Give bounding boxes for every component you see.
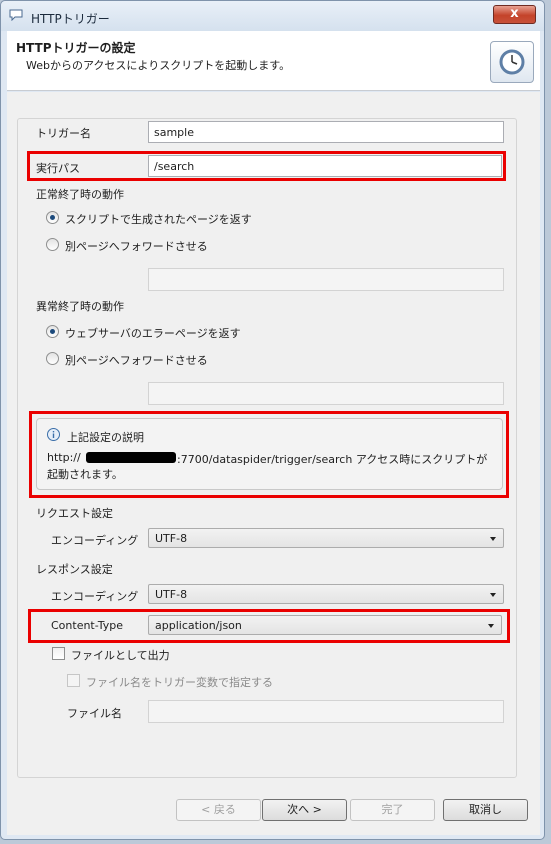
cancel-button[interactable]: 取消し <box>443 799 528 821</box>
abnormal-end-label: 異常終了時の動作 <box>36 300 124 313</box>
exec-path-label: 実行パス <box>36 162 80 175</box>
info-icon <box>47 428 60 441</box>
close-button[interactable]: x <box>493 5 536 24</box>
file-name-var-label: ファイル名をトリガー変数で指定する <box>86 676 273 689</box>
page-subtitle: Webからのアクセスによりスクリプトを起動します。 <box>26 59 291 72</box>
chevron-down-icon <box>490 537 496 541</box>
finish-button[interactable]: 完了 <box>350 799 435 821</box>
clock-icon <box>499 49 525 75</box>
normal-end-radio-return-page[interactable] <box>46 211 59 224</box>
file-output-checkbox[interactable] <box>52 647 65 660</box>
trigger-name-input[interactable]: sample <box>148 121 504 143</box>
request-encoding-value: UTF-8 <box>155 532 188 545</box>
response-encoding-select[interactable]: UTF-8 <box>148 584 504 604</box>
trigger-name-label: トリガー名 <box>36 127 91 140</box>
chevron-down-icon <box>488 624 494 628</box>
info-url-suffix: :7700/dataspider/trigger/search アクセス時にスク… <box>177 453 488 466</box>
next-button[interactable]: 次へ > <box>262 799 347 821</box>
abnormal-end-option-error-page: ウェブサーバのエラーページを返す <box>65 327 241 340</box>
info-url-prefix: http:// <box>47 451 81 464</box>
window-title: HTTPトリガー <box>31 12 110 26</box>
normal-end-radio-forward[interactable] <box>46 238 59 251</box>
response-encoding-label: エンコーディング <box>51 590 139 603</box>
info-line2: 起動されます。 <box>47 468 123 481</box>
normal-end-label: 正常終了時の動作 <box>36 188 124 201</box>
file-name-var-checkbox[interactable] <box>67 674 80 687</box>
wizard-header: HTTPトリガーの設定 Webからのアクセスによりスクリプトを起動します。 <box>7 31 540 91</box>
response-settings-label: レスポンス設定 <box>36 563 113 576</box>
request-settings-label: リクエスト設定 <box>36 507 113 520</box>
request-encoding-label: エンコーディング <box>51 534 139 547</box>
page-title: HTTPトリガーの設定 <box>16 41 136 55</box>
abnormal-end-forward-input[interactable] <box>148 382 504 405</box>
content-type-label: Content-Type <box>51 619 123 632</box>
content-type-select[interactable]: application/json <box>148 615 502 635</box>
file-name-label: ファイル名 <box>67 707 122 720</box>
normal-end-forward-input[interactable] <box>148 268 504 291</box>
title-bar[interactable]: HTTPトリガー x <box>1 1 544 31</box>
file-output-label: ファイルとして出力 <box>71 649 170 662</box>
abnormal-end-option-forward: 別ページへフォワードさせる <box>65 354 208 367</box>
back-button[interactable]: < 戻る <box>176 799 261 821</box>
exec-path-input[interactable]: /search <box>148 155 502 177</box>
info-title: 上記設定の説明 <box>67 431 144 444</box>
file-name-input[interactable] <box>148 700 504 723</box>
abnormal-end-radio-forward[interactable] <box>46 352 59 365</box>
request-encoding-select[interactable]: UTF-8 <box>148 528 504 548</box>
speech-bubble-icon <box>9 9 23 21</box>
chevron-down-icon <box>490 593 496 597</box>
normal-end-option-forward: 別ページへフォワードさせる <box>65 240 208 253</box>
abnormal-end-radio-error-page[interactable] <box>46 325 59 338</box>
header-icon-frame <box>490 41 534 83</box>
content-type-value: application/json <box>155 619 242 632</box>
normal-end-option-return-page: スクリプトで生成されたページを返す <box>65 213 252 226</box>
response-encoding-value: UTF-8 <box>155 588 188 601</box>
redacted-host <box>86 452 176 463</box>
